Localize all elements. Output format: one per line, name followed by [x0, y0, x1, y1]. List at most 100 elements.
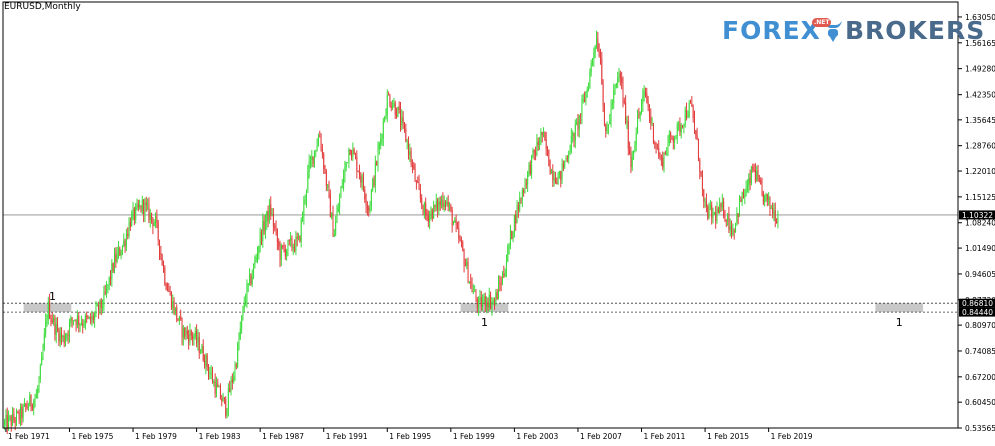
candle-body: [339, 197, 341, 208]
candle-body: [454, 219, 456, 223]
candle-body: [125, 233, 127, 247]
candle-body: [208, 367, 210, 374]
candle-body: [762, 191, 764, 203]
candle-body: [30, 395, 32, 406]
candle-body: [304, 199, 306, 201]
candle-body: [226, 409, 228, 416]
zone-number-label: 1: [49, 290, 56, 303]
candle-body: [537, 141, 539, 145]
candle-body: [757, 170, 759, 180]
candle-body: [668, 133, 670, 143]
candle-body: [214, 381, 216, 394]
candle-body: [660, 157, 662, 159]
candle-body: [406, 141, 408, 142]
price-chart[interactable]: 1.630501.561651.492801.423501.356451.287…: [0, 0, 995, 442]
candle-body: [144, 202, 146, 215]
candle-body: [513, 215, 515, 233]
candle-body: [592, 58, 594, 63]
chart-window[interactable]: 1.63050 1.56165 1.49280 1.42350 1.35645 1.287…: [0, 0, 995, 442]
candle-body: [459, 238, 461, 241]
candle-body: [87, 317, 89, 319]
x-tick-label: 1 Feb 1991: [326, 432, 368, 441]
candle-body: [431, 209, 433, 219]
candle-body: [280, 245, 282, 260]
candle-body: [594, 46, 596, 53]
candle-body: [639, 111, 641, 117]
candle-body: [260, 231, 262, 242]
candle-body: [194, 331, 196, 337]
candle-body: [576, 121, 578, 124]
candle-body: [476, 299, 478, 308]
candle-body: [139, 205, 141, 208]
candle-body: [614, 87, 616, 91]
candle-body: [558, 171, 560, 175]
candle-body: [311, 156, 313, 161]
candle-body: [188, 334, 190, 343]
candle-body: [634, 144, 636, 151]
candle-body: [78, 315, 80, 325]
candle-body: [540, 132, 542, 144]
candle-body: [39, 365, 41, 379]
candle-body: [315, 150, 317, 152]
candle-body: [290, 238, 292, 241]
candle-body: [103, 292, 105, 308]
candle-body: [626, 120, 628, 123]
candle-body: [564, 160, 566, 168]
candle-body: [193, 336, 195, 339]
candle-body: [124, 240, 126, 247]
candle-body: [723, 201, 725, 217]
candle-body: [243, 303, 245, 307]
candle-body: [151, 212, 153, 219]
candle-body: [266, 210, 268, 223]
candle-body: [382, 121, 384, 139]
candle-body: [693, 118, 695, 131]
candle-body: [321, 149, 323, 155]
candle-body: [422, 204, 424, 214]
candle-body: [735, 222, 737, 232]
candle-body: [495, 292, 497, 302]
candle-body: [283, 247, 285, 249]
candle-body: [100, 299, 102, 308]
candle-body: [525, 183, 527, 185]
candle-body: [494, 300, 496, 302]
candle-body: [16, 411, 18, 423]
candle-body: [588, 88, 590, 89]
candle-body: [468, 281, 470, 283]
candle-body: [49, 301, 51, 319]
candle-body: [157, 221, 159, 240]
candle-body: [480, 297, 482, 308]
candle-body: [418, 182, 420, 190]
candle-body: [133, 208, 135, 220]
candle-body: [410, 151, 412, 165]
candle-body: [769, 196, 771, 209]
candle-body: [676, 124, 678, 136]
candle-body: [369, 205, 371, 211]
candle-body: [9, 416, 11, 418]
candle-body: [749, 177, 751, 184]
candle-body: [102, 307, 104, 308]
candle-body: [508, 244, 510, 247]
candle-body: [143, 199, 145, 215]
candle-body: [659, 156, 661, 158]
candle-body: [692, 106, 694, 119]
candle-body: [500, 283, 502, 285]
candle-body: [593, 52, 595, 59]
candle-body: [641, 103, 643, 112]
candle-body: [397, 106, 399, 117]
support-zone: [460, 303, 509, 313]
candle-body: [353, 149, 355, 155]
candle-body: [705, 201, 707, 207]
candle-body: [320, 137, 322, 150]
candle-body: [517, 205, 519, 211]
candle-body: [65, 338, 67, 344]
candle-body: [545, 139, 547, 150]
candle-body: [409, 151, 411, 155]
candle-body: [415, 181, 417, 183]
x-tick-label: 1 Feb 2015: [707, 432, 749, 441]
candle-body: [532, 149, 534, 155]
candle-body: [370, 190, 372, 206]
candle-body: [211, 372, 213, 383]
candle-body: [504, 272, 506, 277]
candle-body: [733, 230, 735, 232]
candle-body: [96, 304, 98, 307]
